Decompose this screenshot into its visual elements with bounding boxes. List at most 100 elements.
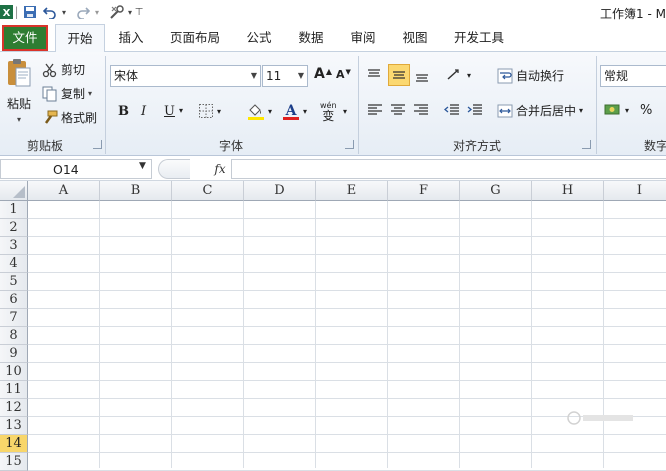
tab-file[interactable]: 文件	[2, 25, 48, 51]
caret-up-icon: ▲	[325, 66, 332, 76]
fill-color-dropdown-icon[interactable]: ▾	[268, 107, 272, 116]
row-header-9[interactable]: 9	[0, 345, 28, 363]
cut-button[interactable]: 剪切	[42, 61, 85, 78]
align-left-button[interactable]	[367, 102, 383, 118]
underline-button[interactable]: U	[164, 104, 175, 119]
increase-indent-button[interactable]	[467, 102, 483, 118]
row-header-12[interactable]: 12	[0, 399, 28, 417]
tab-insert[interactable]: 插入	[110, 24, 152, 52]
redo-icon[interactable]	[75, 3, 91, 21]
tab-review[interactable]: 审阅	[342, 24, 384, 52]
clipboard-launcher-icon[interactable]	[93, 140, 102, 149]
orientation-dropdown-icon[interactable]: ▾	[467, 71, 471, 80]
column-header-B[interactable]: B	[100, 181, 172, 201]
copy-dropdown-icon[interactable]: ▾	[88, 89, 92, 98]
paste-button[interactable]: 粘贴 ▾	[4, 58, 34, 124]
qa-more-icon[interactable]: ⊤	[135, 3, 144, 21]
column-header-G[interactable]: G	[460, 181, 532, 201]
save-icon[interactable]	[22, 3, 38, 21]
align-center-button[interactable]	[390, 102, 406, 118]
column-header-C[interactable]: C	[172, 181, 244, 201]
row-header-15[interactable]: 15	[0, 453, 28, 471]
window-title: 工作簿1 - M	[600, 7, 666, 21]
currency-dropdown-icon[interactable]: ▾	[625, 106, 629, 115]
phonetic-dropdown-icon[interactable]: ▾	[343, 107, 347, 116]
formula-bar-splitter[interactable]	[158, 159, 190, 179]
orientation-button[interactable]: ▾	[446, 67, 471, 83]
redo-dropdown-icon[interactable]: ▾	[93, 3, 101, 21]
row-header-1[interactable]: 1	[0, 201, 28, 219]
column-header-A[interactable]: A	[28, 181, 100, 201]
phonetic-button[interactable]: wén 变	[320, 101, 337, 123]
customize-dropdown-icon[interactable]: ▾	[127, 3, 133, 21]
column-header-I[interactable]: I	[604, 181, 666, 201]
phonetic-char: 变	[322, 109, 335, 123]
tab-page-layout[interactable]: 页面布局	[164, 24, 226, 52]
gridline-horizontal	[28, 254, 666, 255]
row-header-10[interactable]: 10	[0, 363, 28, 381]
row-header-11[interactable]: 11	[0, 381, 28, 399]
currency-button[interactable]: ▾	[604, 102, 629, 118]
row-header-7[interactable]: 7	[0, 309, 28, 327]
copy-button[interactable]: 复制 ▾	[42, 85, 92, 102]
row-header-2[interactable]: 2	[0, 219, 28, 237]
italic-button[interactable]: I	[141, 104, 146, 119]
font-size-select[interactable]: 11 ▼	[262, 65, 308, 87]
customize-icon[interactable]	[108, 3, 126, 21]
fill-color-button[interactable]: ▾	[247, 102, 272, 120]
font-color-dropdown-icon[interactable]: ▾	[303, 107, 307, 116]
align-bottom-button[interactable]	[414, 67, 430, 83]
wrap-text-button[interactable]: 自动换行	[497, 67, 564, 84]
underline-dropdown-icon[interactable]: ▾	[179, 106, 183, 115]
format-painter-button[interactable]: 格式刷	[42, 109, 97, 126]
row-header-14[interactable]: 14	[0, 435, 28, 453]
formula-input[interactable]	[231, 159, 666, 179]
insert-function-button[interactable]: fx	[210, 159, 230, 179]
chevron-down-icon[interactable]: ▼	[139, 161, 146, 171]
font-color-button[interactable]: A ▾	[282, 102, 307, 120]
grow-font-button[interactable]: A ▲	[314, 66, 332, 82]
tab-formulas[interactable]: 公式	[238, 24, 280, 52]
tab-developer[interactable]: 开发工具	[446, 24, 512, 52]
alignment-launcher-icon[interactable]	[582, 140, 591, 149]
paste-dropdown-icon[interactable]: ▾	[17, 115, 21, 124]
paste-icon	[6, 58, 32, 88]
row-header-3[interactable]: 3	[0, 237, 28, 255]
row-header-4[interactable]: 4	[0, 255, 28, 273]
align-middle-button[interactable]	[388, 64, 410, 86]
copy-icon	[42, 86, 58, 102]
align-top-button[interactable]	[366, 67, 382, 83]
row-header-13[interactable]: 13	[0, 417, 28, 435]
align-right-button[interactable]	[413, 102, 429, 118]
border-dropdown-icon[interactable]: ▾	[217, 107, 221, 116]
tab-data[interactable]: 数据	[290, 24, 332, 52]
merge-dropdown-icon[interactable]: ▾	[579, 106, 583, 115]
column-header-H[interactable]: H	[532, 181, 604, 201]
align-bottom-icon	[414, 67, 430, 83]
font-launcher-icon[interactable]	[345, 140, 354, 149]
border-button[interactable]: ▾	[198, 103, 221, 119]
tab-home[interactable]: 开始	[55, 24, 105, 54]
row-header-6[interactable]: 6	[0, 291, 28, 309]
row-header-5[interactable]: 5	[0, 273, 28, 291]
column-header-E[interactable]: E	[316, 181, 388, 201]
bold-button[interactable]: B	[118, 104, 129, 119]
undo-icon[interactable]	[42, 3, 58, 21]
select-all-button[interactable]	[0, 181, 28, 201]
shrink-font-button[interactable]: A ▼	[336, 68, 351, 82]
merge-center-button[interactable]: 合并后居中 ▾	[497, 102, 583, 119]
column-header-D[interactable]: D	[244, 181, 316, 201]
undo-dropdown-icon[interactable]: ▾	[60, 3, 68, 21]
font-name-select[interactable]: 宋体 ▼	[110, 65, 261, 87]
column-header-F[interactable]: F	[388, 181, 460, 201]
row-header-8[interactable]: 8	[0, 327, 28, 345]
ribbon: 粘贴 ▾ 剪切 复制 ▾ 格式刷 剪贴板 宋体 ▼ 11 ▼ A ▲ A ▼ B I	[0, 52, 666, 156]
svg-text:A: A	[285, 103, 298, 119]
chevron-down-icon: ▼	[297, 71, 304, 80]
qa-divider: |	[14, 5, 19, 19]
percent-button[interactable]: %	[640, 103, 652, 118]
number-format-select[interactable]: 常规	[600, 65, 666, 87]
tab-view[interactable]: 视图	[394, 24, 436, 52]
name-box[interactable]: O14 ▼	[0, 159, 152, 179]
decrease-indent-button[interactable]	[444, 102, 460, 118]
